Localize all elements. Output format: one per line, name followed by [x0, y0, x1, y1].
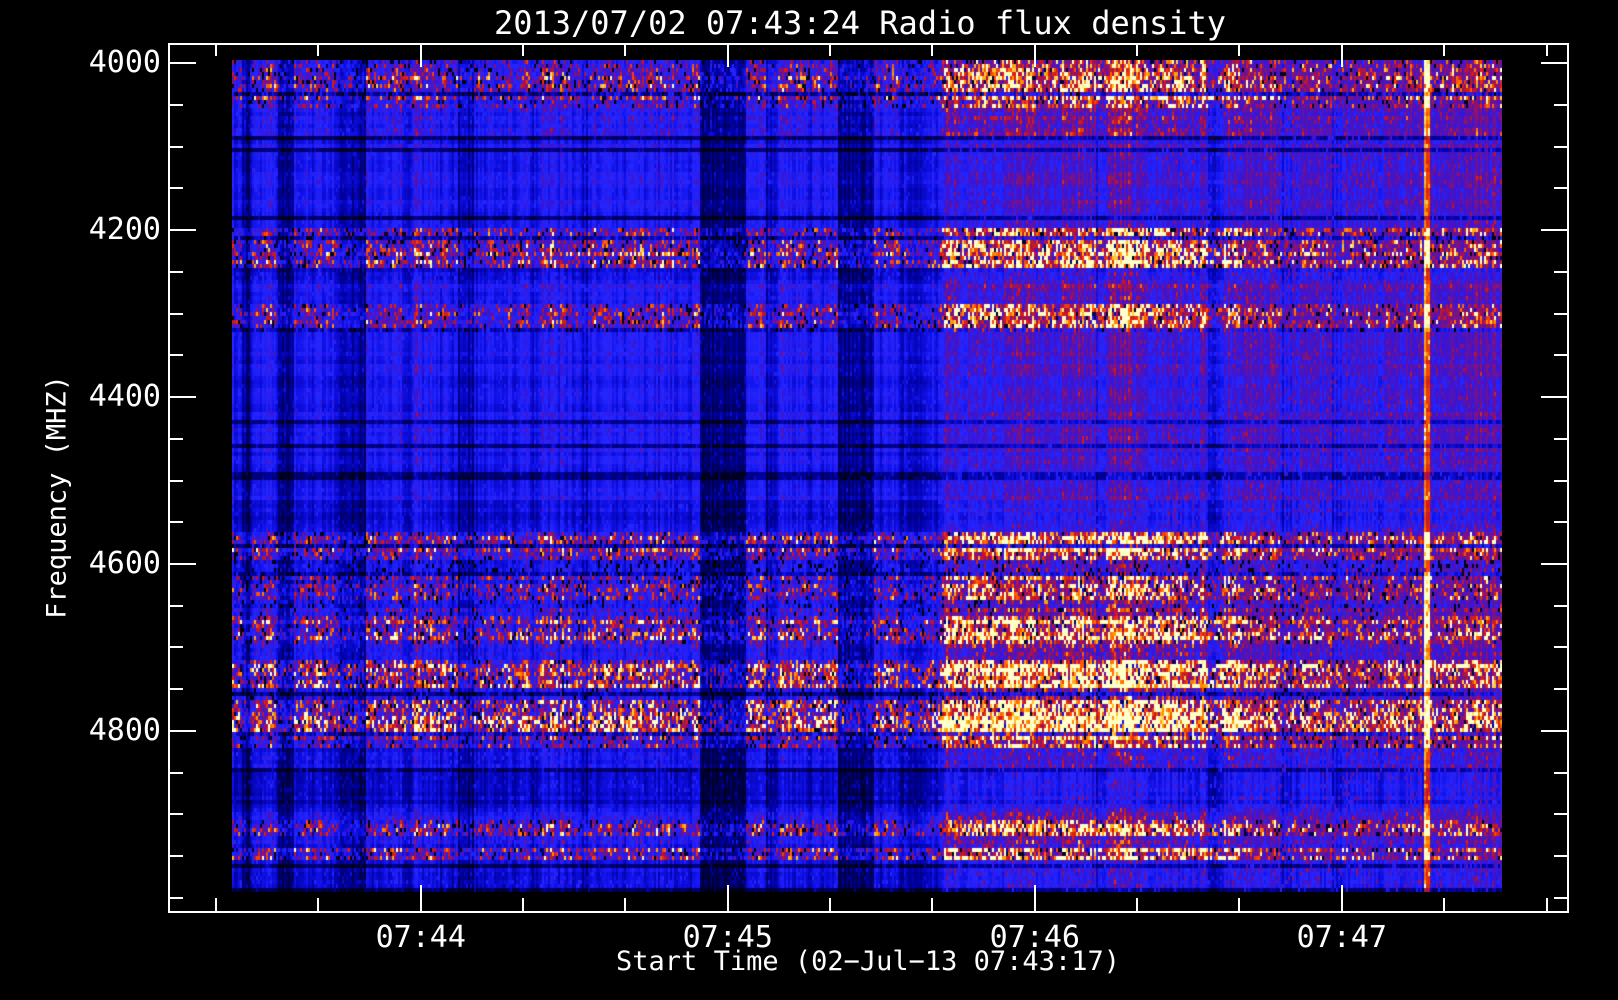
x-axis-tick [1136, 45, 1139, 56]
y-axis-tick [170, 521, 183, 524]
x-axis-tick [1545, 45, 1548, 56]
y-tick-label: 4800 [88, 712, 161, 748]
x-axis-tick [1340, 45, 1343, 67]
x-axis-tick [829, 898, 832, 911]
x-axis-tick [624, 45, 627, 56]
y-axis-tick [170, 270, 183, 273]
y-axis-tick [1554, 354, 1567, 357]
y-axis-tick [1541, 729, 1567, 732]
y-axis-tick [170, 312, 183, 315]
x-axis-tick [931, 898, 934, 911]
y-axis-tick [1541, 396, 1567, 399]
axes-layer: 07:44 07:45 07:46 07:47 4000 4200 4400 4600 4800 [0, 0, 1618, 1000]
x-axis-tick [1136, 898, 1139, 911]
x-axis-tick [317, 898, 320, 911]
x-axis-tick [522, 898, 525, 911]
x-axis-tick [726, 885, 729, 911]
y-axis-tick [1554, 646, 1567, 649]
y-tick-label: 4000 [88, 45, 161, 81]
y-tick-label: 4200 [88, 212, 161, 248]
y-axis-tick [1554, 312, 1567, 315]
y-axis-tick [1554, 854, 1567, 857]
y-axis-title: Frequency (MHZ) [41, 375, 73, 619]
x-axis-tick [419, 45, 422, 67]
y-axis-tick [170, 896, 183, 899]
y-axis-tick [170, 354, 183, 357]
x-axis-tick [1033, 45, 1036, 67]
x-axis-tick [726, 45, 729, 67]
y-axis-tick [170, 145, 183, 148]
plot-window: 2013/07/02 07:43:24 Radio flux density 0… [0, 0, 1618, 1000]
x-axis-tick [215, 45, 218, 56]
y-axis-tick [170, 646, 183, 649]
x-axis-title: Start Time (02−Jul−13 07:43:17) [616, 946, 1120, 977]
y-axis-tick [170, 437, 183, 440]
y-axis-tick [1554, 521, 1567, 524]
y-axis-tick [170, 729, 196, 732]
y-axis-tick [170, 104, 183, 107]
x-axis-tick [1340, 885, 1343, 911]
y-axis-tick [1554, 479, 1567, 482]
y-axis-tick [1554, 771, 1567, 774]
y-axis-tick [1554, 187, 1567, 190]
y-axis-tick [170, 813, 183, 816]
y-axis-tick [1554, 270, 1567, 273]
y-axis-tick [1541, 62, 1567, 65]
x-axis-tick [1443, 898, 1446, 911]
x-axis-tick [624, 898, 627, 911]
x-axis-tick [317, 45, 320, 56]
x-axis-tick [1033, 885, 1036, 911]
x-axis-tick [215, 898, 218, 911]
y-axis-tick [1554, 813, 1567, 816]
y-axis-tick [170, 854, 183, 857]
y-axis-tick [1554, 145, 1567, 148]
x-axis-tick [522, 45, 525, 56]
y-axis-tick [170, 688, 183, 691]
y-axis-tick [1541, 229, 1567, 232]
x-axis-tick [1238, 898, 1241, 911]
x-tick-label: 07:44 [375, 920, 466, 955]
x-axis-tick [1545, 898, 1548, 911]
y-axis-tick [1554, 896, 1567, 899]
y-axis-tick [170, 771, 183, 774]
x-axis-tick [829, 45, 832, 56]
x-axis-tick [931, 45, 934, 56]
x-axis-tick [1238, 45, 1241, 56]
y-axis-tick [170, 62, 196, 65]
x-axis-tick [419, 885, 422, 911]
y-axis-tick [170, 479, 183, 482]
y-axis-tick [170, 562, 196, 565]
y-axis-tick [1554, 688, 1567, 691]
y-axis-tick [1541, 562, 1567, 565]
x-axis-tick [1443, 45, 1446, 56]
y-axis-tick [1554, 104, 1567, 107]
y-axis-tick [170, 396, 196, 399]
y-axis-tick [170, 604, 183, 607]
x-tick-label: 07:47 [1296, 920, 1387, 955]
y-axis-tick [1554, 604, 1567, 607]
y-axis-tick [1554, 437, 1567, 440]
y-axis-tick [170, 187, 183, 190]
y-axis-tick [170, 229, 196, 232]
